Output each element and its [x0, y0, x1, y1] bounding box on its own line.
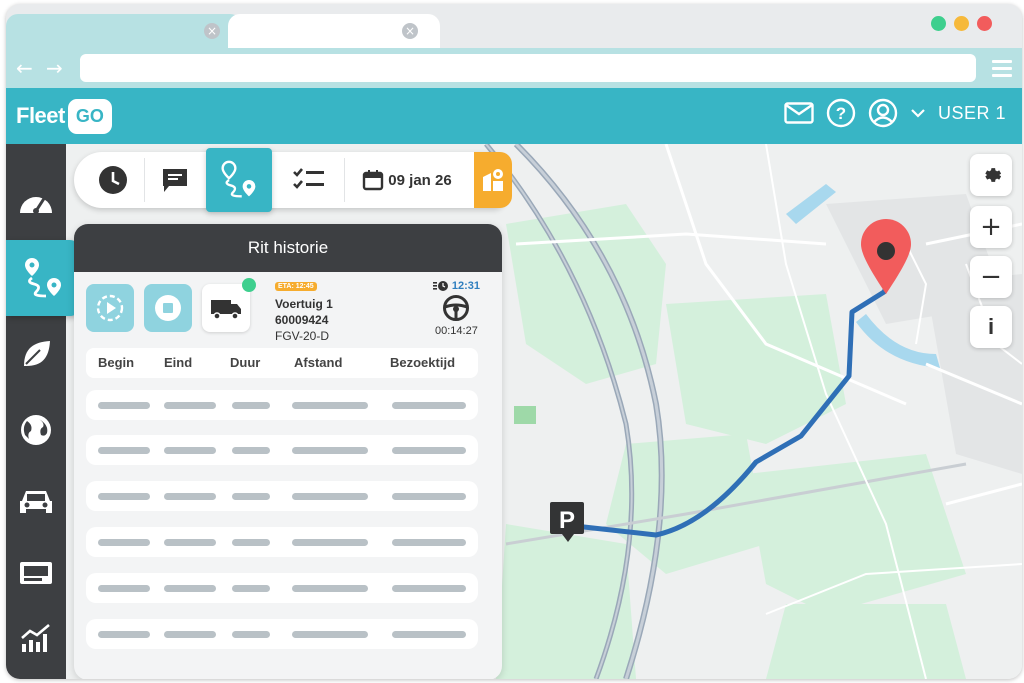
browser-tab-1[interactable]: × — [6, 14, 242, 48]
trip-history-panel: Rit historie ETA: 12:45 Voertuig 1 60009… — [74, 224, 502, 679]
app-header: Fleet GO ? USER 1 — [6, 88, 1022, 144]
close-dot[interactable] — [977, 16, 992, 31]
browser-window: × × ← → Fleet GO ? USER 1 P + − i 09 jan… — [6, 4, 1022, 679]
vehicle-number: 60009424 — [275, 313, 329, 327]
table-row[interactable] — [86, 435, 478, 465]
vehicle-button[interactable] — [202, 278, 256, 332]
clock-icon — [99, 166, 127, 194]
car-icon — [20, 491, 52, 513]
table-row[interactable] — [86, 619, 478, 649]
col-duur[interactable]: Duur — [230, 355, 260, 370]
messages-button[interactable] — [146, 152, 204, 208]
logo-text: Fleet — [16, 103, 65, 128]
col-bezoektijd[interactable]: Bezoektijd — [390, 355, 455, 370]
fleetgo-logo: Fleet GO — [16, 98, 112, 134]
trip-duration: 00:14:27 — [435, 325, 478, 337]
calendar-icon — [363, 170, 384, 191]
chevron-down-icon[interactable] — [910, 107, 926, 119]
checklist-icon — [293, 168, 324, 189]
col-eind[interactable]: Eind — [164, 355, 192, 370]
user-menu-label[interactable]: USER 1 — [938, 103, 1006, 124]
sidebar — [6, 144, 80, 679]
menu-icon[interactable] — [992, 60, 1012, 81]
maximize-dot[interactable] — [931, 16, 946, 31]
address-input[interactable] — [80, 54, 976, 82]
truck-icon — [211, 300, 241, 320]
routes-tab-button[interactable] — [206, 148, 272, 212]
dashboard-card-icon — [20, 562, 52, 584]
browser-tab-2[interactable]: × — [228, 14, 440, 48]
map-layers-button[interactable] — [474, 152, 512, 208]
stop-icon — [155, 295, 181, 321]
zoom-out-button[interactable]: − — [970, 256, 1012, 298]
gear-icon — [985, 168, 1002, 182]
app-main: P + − i 09 jan 26 Rit historie ETA: 12:4… — [6, 144, 1022, 679]
close-tab-icon[interactable]: × — [402, 23, 418, 39]
table-row[interactable] — [86, 573, 478, 603]
chart-icon — [21, 624, 50, 652]
svg-text:?: ? — [836, 104, 846, 123]
back-arrow-icon[interactable]: ← — [16, 56, 33, 80]
date-picker[interactable]: 09 jan 26 — [352, 152, 462, 208]
vehicle-info: Voertuig 1 60009424 FGV-20-D — [275, 296, 333, 344]
col-begin[interactable]: Begin — [98, 355, 134, 370]
play-icon — [96, 294, 124, 322]
map-layers-icon — [483, 169, 503, 191]
vehicle-plate: FGV-20-D — [275, 329, 330, 343]
time-info: 12:31 00:14:27 — [432, 280, 480, 337]
leaf-icon — [24, 341, 50, 366]
message-icon — [163, 169, 187, 192]
speedometer-icon — [20, 196, 52, 214]
table-header: Begin Eind Duur Afstand Bezoektijd — [86, 348, 478, 378]
stop-button[interactable] — [144, 284, 192, 332]
eta-badge: ETA: 12:45 — [275, 282, 317, 291]
help-icon[interactable]: ? — [826, 98, 856, 128]
map-settings-button[interactable] — [970, 154, 1012, 196]
steering-wheel-icon — [443, 295, 470, 321]
vehicle-name: Voertuig 1 — [275, 297, 333, 311]
forward-arrow-icon[interactable]: → — [46, 56, 63, 80]
toolbar: 09 jan 26 — [74, 148, 512, 212]
status-dot — [242, 278, 256, 292]
sidebar-item-dashboard[interactable] — [6, 170, 66, 230]
globe-icon — [21, 415, 51, 445]
table-row[interactable] — [86, 390, 478, 420]
sidebar-item-routes[interactable] — [6, 240, 80, 316]
route-icon — [221, 160, 256, 198]
logo-go: GO — [67, 98, 112, 134]
zoom-in-button[interactable]: + — [970, 206, 1012, 248]
table-row[interactable] — [86, 481, 478, 511]
svg-text:P: P — [559, 507, 575, 534]
user-avatar-icon[interactable] — [868, 98, 898, 128]
info-button[interactable]: i — [970, 306, 1012, 348]
sidebar-item-reports[interactable] — [6, 608, 66, 668]
sidebar-item-vehicles[interactable] — [6, 472, 66, 532]
col-afstand[interactable]: Afstand — [294, 355, 342, 370]
close-tab-icon[interactable]: × — [204, 23, 220, 39]
sidebar-item-cards[interactable] — [6, 544, 66, 604]
table-row[interactable] — [86, 527, 478, 557]
sidebar-item-world[interactable] — [6, 400, 66, 460]
mail-icon[interactable] — [784, 102, 814, 124]
sidebar-item-eco[interactable] — [6, 324, 66, 384]
timer-icon — [432, 281, 448, 291]
minimize-dot[interactable] — [954, 16, 969, 31]
address-bar-row: ← → — [6, 48, 1022, 88]
history-button[interactable] — [84, 152, 142, 208]
route-icon — [25, 258, 61, 298]
tasks-button[interactable] — [278, 152, 340, 208]
play-button[interactable] — [86, 284, 134, 332]
time-now: 12:31 — [451, 280, 480, 292]
window-controls — [931, 16, 992, 31]
panel-title: Rit historie — [74, 224, 502, 272]
date-label: 09 jan 26 — [388, 171, 452, 189]
